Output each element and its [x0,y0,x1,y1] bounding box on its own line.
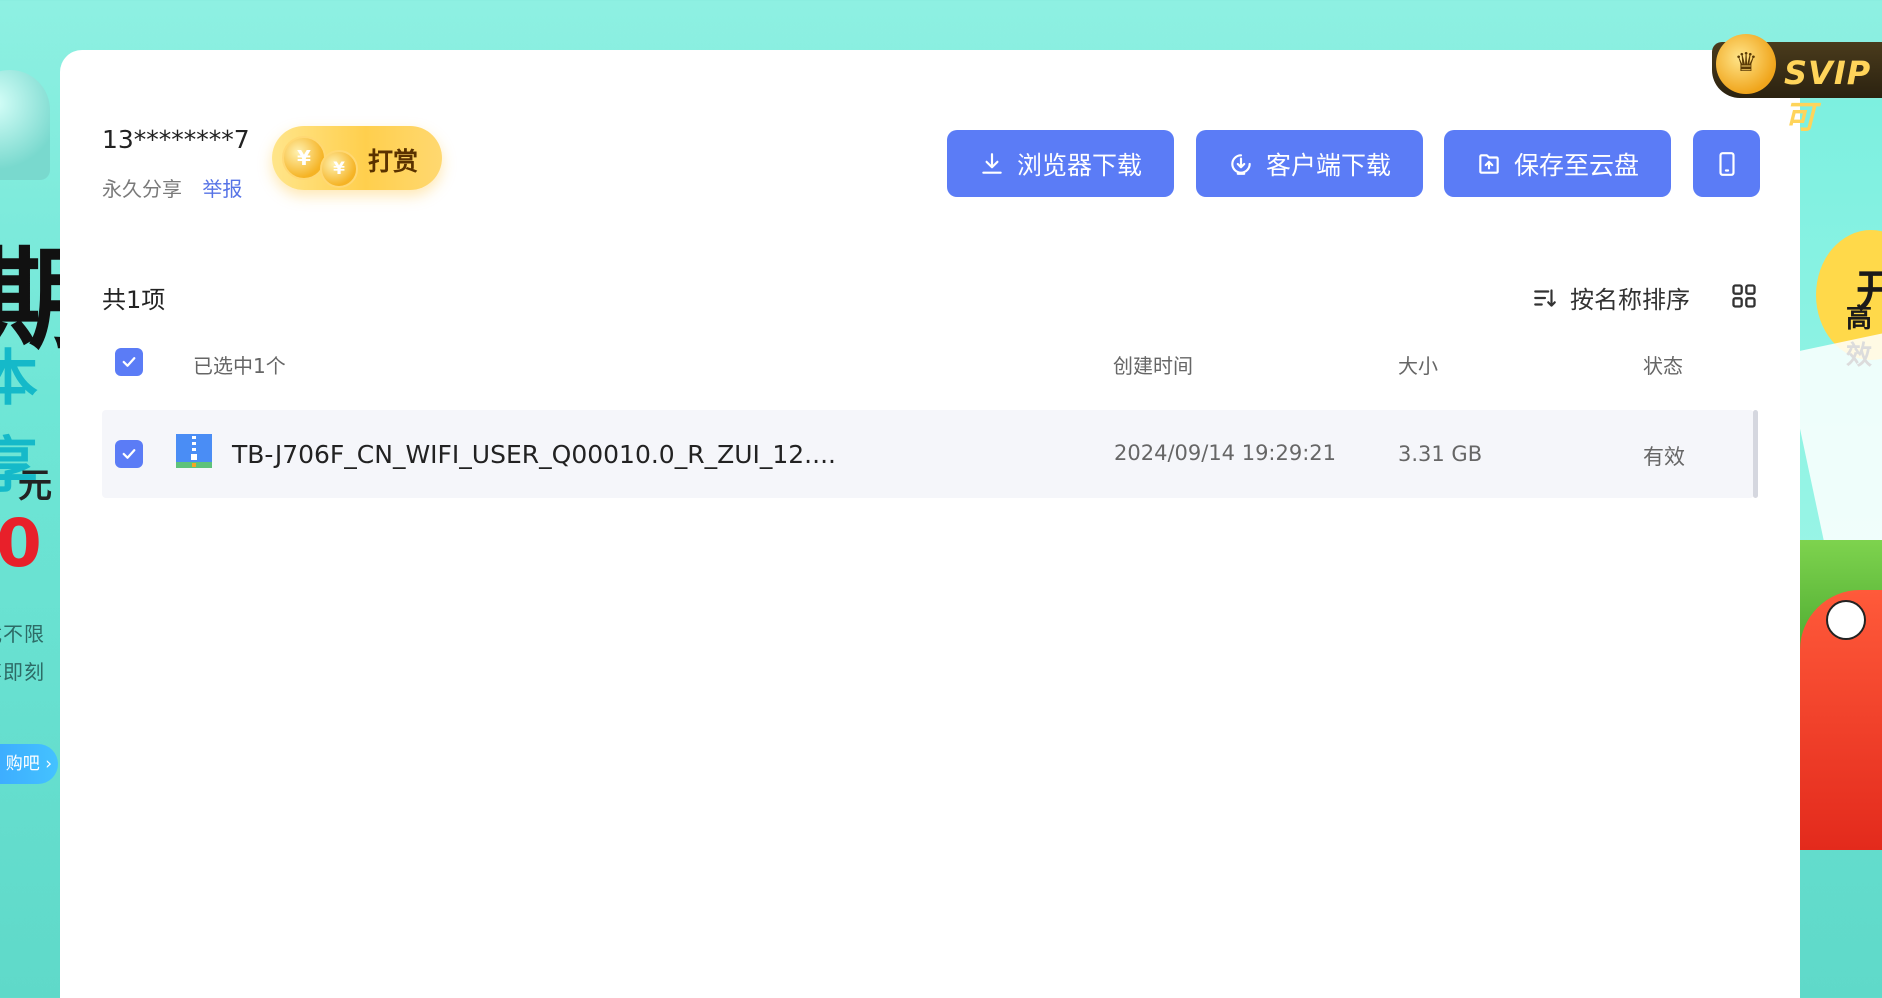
lamp-illustration [0,70,50,180]
file-size: 3.31 GB [1398,442,1483,466]
file-created-time: 2024/09/14 19:29:21 [1114,441,1337,465]
browser-download-label: 浏览器下载 [1016,150,1142,180]
cloud-upload-icon [1479,153,1499,174]
left-promo-banner[interactable]: 期 本享 9 元 00 载不限 享即刻 购吧 › [0,0,62,998]
share-meta: 永久分享 举报 [102,173,242,202]
mobile-button[interactable] [1693,130,1760,197]
client-download-button[interactable]: 客户端下载 [1196,130,1423,197]
tip-label: 打赏 [368,147,419,176]
save-to-cloud-button[interactable]: 保存至云盘 [1444,130,1671,197]
crown-icon: ♛ [1716,34,1776,94]
client-download-label: 客户端下载 [1265,150,1391,180]
select-all-checkbox[interactable] [115,348,143,376]
promo-text-line2: 享即刻 [0,660,45,684]
file-row[interactable]: TB-J706F_CN_WIFI_USER_Q00010.0_R_ZUI_12.… [102,410,1754,498]
file-status: 有效 [1643,445,1685,469]
sort-label: 按名称排序 [1570,286,1690,314]
column-header-size: 大小 [1398,354,1438,378]
column-header-time: 创建时间 [1113,354,1193,378]
share-duration: 永久分享 [102,177,182,201]
promo-price-unit: 元 [18,466,52,506]
list-scrollbar[interactable] [1753,410,1758,498]
selected-count: 已选中1个 [193,354,286,378]
svip-badge[interactable]: ♛ SVIP 可 [1712,34,1882,136]
svip-label: SVIP 可 [1784,54,1872,136]
file-name[interactable]: TB-J706F_CN_WIFI_USER_Q00010.0_R_ZUI_12.… [232,440,836,469]
file-checkbox[interactable] [115,440,143,468]
soccer-ball-icon [1826,600,1866,640]
sort-by-name-button[interactable]: 按名称排序 [1532,280,1690,315]
tip-button[interactable]: ¥ ¥ 打赏 [272,126,442,190]
check-icon [122,449,136,459]
coin-icon: ¥ [282,136,326,180]
promo-buy-button[interactable]: 购吧 › [0,744,58,784]
share-card: 13********7 永久分享 举报 ¥ ¥ 打赏 浏览器下载 客户端下载 保… [60,50,1800,998]
sharer-name: 13********7 [102,125,250,154]
zip-file-icon [176,434,212,468]
client-download-icon [1231,153,1251,175]
grid-view-icon[interactable] [1730,282,1758,310]
right-promo-banner[interactable]: 开 高效 [1800,0,1882,998]
coin-icon: ¥ [320,150,358,188]
phone-icon [1718,151,1735,176]
item-count: 共1项 [102,286,166,314]
download-icon [982,152,1002,174]
promo-amount: 00 [0,505,42,582]
save-to-cloud-label: 保存至云盘 [1513,150,1639,180]
check-icon [122,357,136,367]
report-link[interactable]: 举报 [202,177,242,201]
promo-text-line1: 载不限 [0,622,45,646]
sort-icon [1534,288,1556,307]
browser-download-button[interactable]: 浏览器下载 [947,130,1174,197]
column-header-status: 状态 [1643,354,1683,378]
